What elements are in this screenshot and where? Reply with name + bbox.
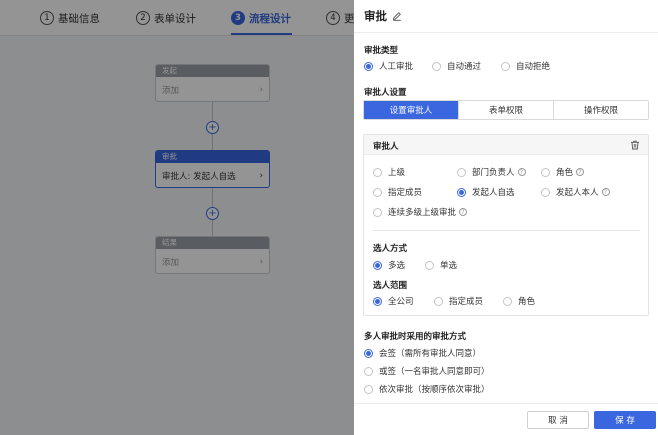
pick-scope-title: 选人范围 <box>373 281 408 291</box>
tab-operation-permission[interactable]: 操作权限 <box>553 101 648 119</box>
save-button[interactable]: 保 存 <box>594 411 656 429</box>
tab-set-approver[interactable]: 设置审批人 <box>364 101 458 119</box>
pick-scope-role-radio[interactable]: 角色 <box>503 295 535 307</box>
approver-settings-title: 审批人设置 <box>364 88 407 98</box>
divider <box>373 230 640 231</box>
drawer-footer: 取 消 保 存 <box>354 403 658 435</box>
pick-mode-title: 选人方式 <box>373 244 408 254</box>
approver-card-header: 审批人 <box>364 135 648 155</box>
trash-icon[interactable] <box>630 140 640 150</box>
multi-approval-title: 多人审批时采用的审批方式 <box>364 332 467 342</box>
approval-type-manual-radio[interactable]: 人工审批 <box>364 60 413 72</box>
approver-role-radio[interactable]: 角色? <box>541 166 585 178</box>
pick-mode-single-radio[interactable]: 单选 <box>425 259 457 271</box>
drawer-header: 审批 <box>354 0 658 33</box>
approver-initiator-select-radio[interactable]: 发起人自选 <box>457 186 515 198</box>
cancel-button[interactable]: 取 消 <box>527 411 589 429</box>
pick-scope-company-radio[interactable]: 全公司 <box>373 295 414 307</box>
approval-type-title: 审批类型 <box>364 46 399 56</box>
multi-mode-sequential-radio[interactable]: 依次审批（按顺序依次审批） <box>364 383 490 395</box>
help-icon[interactable]: ? <box>576 168 585 176</box>
help-icon[interactable]: ? <box>517 168 526 176</box>
approver-specified-member-radio[interactable]: 指定成员 <box>373 186 422 198</box>
approval-type-auto-reject-radio[interactable]: 自动拒绝 <box>501 60 550 72</box>
help-icon[interactable]: ? <box>601 188 610 196</box>
edit-icon[interactable] <box>392 11 402 21</box>
help-icon[interactable]: ? <box>459 208 468 216</box>
approver-dept-head-radio[interactable]: 部门负责人? <box>457 166 526 178</box>
settings-tabs: 设置审批人 表单权限 操作权限 <box>363 100 649 120</box>
multi-mode-or-sign-radio[interactable]: 或签（一名审批人同意即可） <box>364 365 490 377</box>
multi-mode-countersign-radio[interactable]: 会签（需所有审批人同意） <box>364 347 481 359</box>
approver-card-title: 审批人 <box>373 142 399 152</box>
approval-type-auto-pass-radio[interactable]: 自动通过 <box>432 60 481 72</box>
pick-mode-multiple-radio[interactable]: 多选 <box>373 259 405 271</box>
drawer-title: 审批 <box>364 9 387 23</box>
tab-form-permission[interactable]: 表单权限 <box>458 101 553 119</box>
approver-superior-radio[interactable]: 上级 <box>373 166 405 178</box>
approver-card: 审批人 上级 部门负责人? 角色? 指定成员 发起人自选 发起人本人? 连续多级… <box>363 134 649 316</box>
pick-scope-member-radio[interactable]: 指定成员 <box>434 295 483 307</box>
approver-multilevel-radio[interactable]: 连续多级上级审批? <box>373 206 468 218</box>
modal-mask[interactable] <box>0 0 354 435</box>
approval-settings-drawer: 审批 审批类型 人工审批 自动通过 自动拒绝 审批人设置 设置审批人 表单权限 … <box>354 0 658 435</box>
approver-initiator-self-radio[interactable]: 发起人本人? <box>541 186 610 198</box>
